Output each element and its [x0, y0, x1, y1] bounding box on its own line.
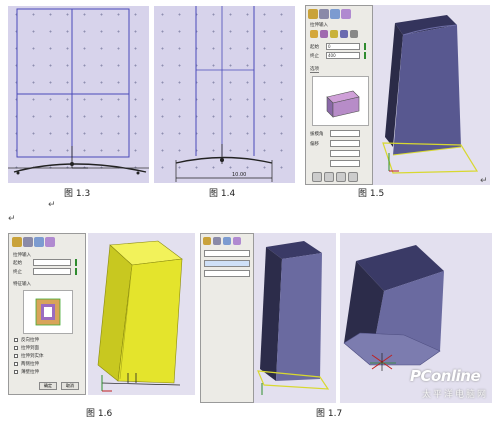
shape-preview-box — [312, 76, 369, 126]
extrude-dialog-1-6: 拉伸输入 起始 终止 特征输入 反向拉伸 拉伸到面 拉伸到实体 两侧拉伸 薄壁拉… — [8, 233, 86, 395]
return-mark: ↵ — [480, 176, 488, 186]
ok-button[interactable]: 确定 — [39, 382, 57, 390]
shape-preview-box — [23, 290, 73, 334]
value-field-3[interactable] — [204, 270, 250, 277]
sketch-view-1-3 — [8, 6, 149, 183]
checkbox-5-label: 薄壁拉伸 — [21, 370, 39, 375]
type-icon-1[interactable] — [310, 30, 318, 38]
watermark-brand: PConline — [410, 367, 481, 385]
undo-icon[interactable] — [330, 9, 340, 19]
options-tab[interactable]: 选项 — [310, 66, 319, 73]
draft-label: 拔模角 — [310, 132, 324, 137]
checkbox-4-label: 两侧拉伸 — [21, 362, 39, 367]
type-icon-3[interactable] — [330, 30, 338, 38]
help-icon[interactable] — [233, 237, 241, 245]
figure-caption-1-3: 图 1.3 — [64, 189, 91, 199]
section-title: 拉伸输入 — [310, 23, 328, 28]
figure-caption-1-5: 图 1.5 — [358, 189, 385, 199]
undo-icon[interactable] — [34, 237, 44, 247]
checkbox-3-label: 拉伸到实体 — [21, 354, 44, 359]
start-field[interactable]: 0 — [326, 43, 360, 50]
extrude-shape-icon — [35, 298, 61, 326]
bottom-icon-3[interactable] — [336, 172, 346, 182]
viewport-1-7b: PConline 太平洋电脑网 — [340, 233, 492, 403]
extrude-dialog-1-5: 拉伸输入 起始 0 终止 400 选项 拔模角 偏移 — [305, 5, 373, 185]
extrude-dialog-1-7 — [200, 233, 254, 403]
type-icon-4[interactable] — [340, 30, 348, 38]
confirm-icon[interactable] — [308, 9, 318, 19]
figure-caption-1-4: 图 1.4 — [209, 189, 236, 199]
sketch-drawing — [8, 8, 149, 175]
draft-field[interactable] — [330, 130, 360, 137]
watermark-sub: 太平洋电脑网 — [422, 390, 489, 400]
value-field-1[interactable] — [204, 250, 250, 257]
bottom-icon-1[interactable] — [312, 172, 322, 182]
green-marker-2 — [364, 52, 366, 59]
offset-field[interactable] — [330, 140, 360, 147]
end-label: 终止 — [13, 270, 22, 275]
end-field[interactable] — [33, 268, 71, 275]
confirm-icon[interactable] — [12, 237, 22, 247]
offset-label: 偏移 — [310, 142, 319, 147]
checkbox-4[interactable] — [14, 362, 18, 366]
start-label: 起始 — [13, 261, 22, 266]
green-marker-1 — [364, 43, 366, 50]
end-label: 终止 — [310, 54, 319, 59]
preview-icon[interactable] — [213, 237, 221, 245]
extra-field-1[interactable] — [330, 150, 360, 157]
sketch-drawing-dimension — [175, 6, 273, 182]
extruded-solid-yellow — [97, 240, 183, 392]
return-mark: ↵ — [8, 214, 16, 224]
bottom-icon-4[interactable] — [348, 172, 358, 182]
checkbox-5[interactable] — [14, 370, 18, 374]
dimension-label: 10.00 — [232, 172, 247, 178]
type-icon-2[interactable] — [320, 30, 328, 38]
help-icon[interactable] — [341, 9, 351, 19]
help-icon[interactable] — [45, 237, 55, 247]
extruded-solid-blue-front — [257, 241, 330, 395]
extra-field-2[interactable] — [330, 160, 360, 167]
checkbox-3[interactable] — [14, 354, 18, 358]
end-field[interactable]: 400 — [326, 52, 360, 59]
preview-icon[interactable] — [319, 9, 329, 19]
extruded-solid-blue — [382, 15, 479, 174]
start-label: 起始 — [310, 45, 319, 50]
shape-section-title: 特征输入 — [13, 282, 31, 287]
type-icon-5[interactable] — [350, 30, 358, 38]
checkbox-2[interactable] — [14, 346, 18, 350]
sketch-view-1-4: 10.00 — [154, 6, 295, 183]
section-title: 拉伸输入 — [13, 253, 31, 258]
checkbox-2-label: 拉伸到面 — [21, 346, 39, 351]
value-field-2[interactable] — [204, 260, 250, 267]
cancel-button[interactable]: 取消 — [61, 382, 79, 390]
return-mark: ↵ — [48, 200, 56, 210]
checkbox-1-label: 反向拉伸 — [21, 338, 39, 343]
viewport-1-5 — [373, 5, 490, 185]
extrude-shape-icon — [326, 90, 360, 118]
viewport-1-7a — [254, 233, 336, 403]
confirm-icon[interactable] — [203, 237, 211, 245]
figure-caption-1-6: 图 1.6 — [86, 409, 113, 419]
preview-icon[interactable] — [23, 237, 33, 247]
figure-caption-1-7: 图 1.7 — [316, 409, 343, 419]
undo-icon[interactable] — [223, 237, 231, 245]
viewport-1-6 — [88, 233, 195, 395]
checkbox-1[interactable] — [14, 338, 18, 342]
green-marker-2 — [75, 268, 77, 275]
bottom-icon-2[interactable] — [324, 172, 334, 182]
green-marker-1 — [75, 259, 77, 266]
start-field[interactable] — [33, 259, 71, 266]
